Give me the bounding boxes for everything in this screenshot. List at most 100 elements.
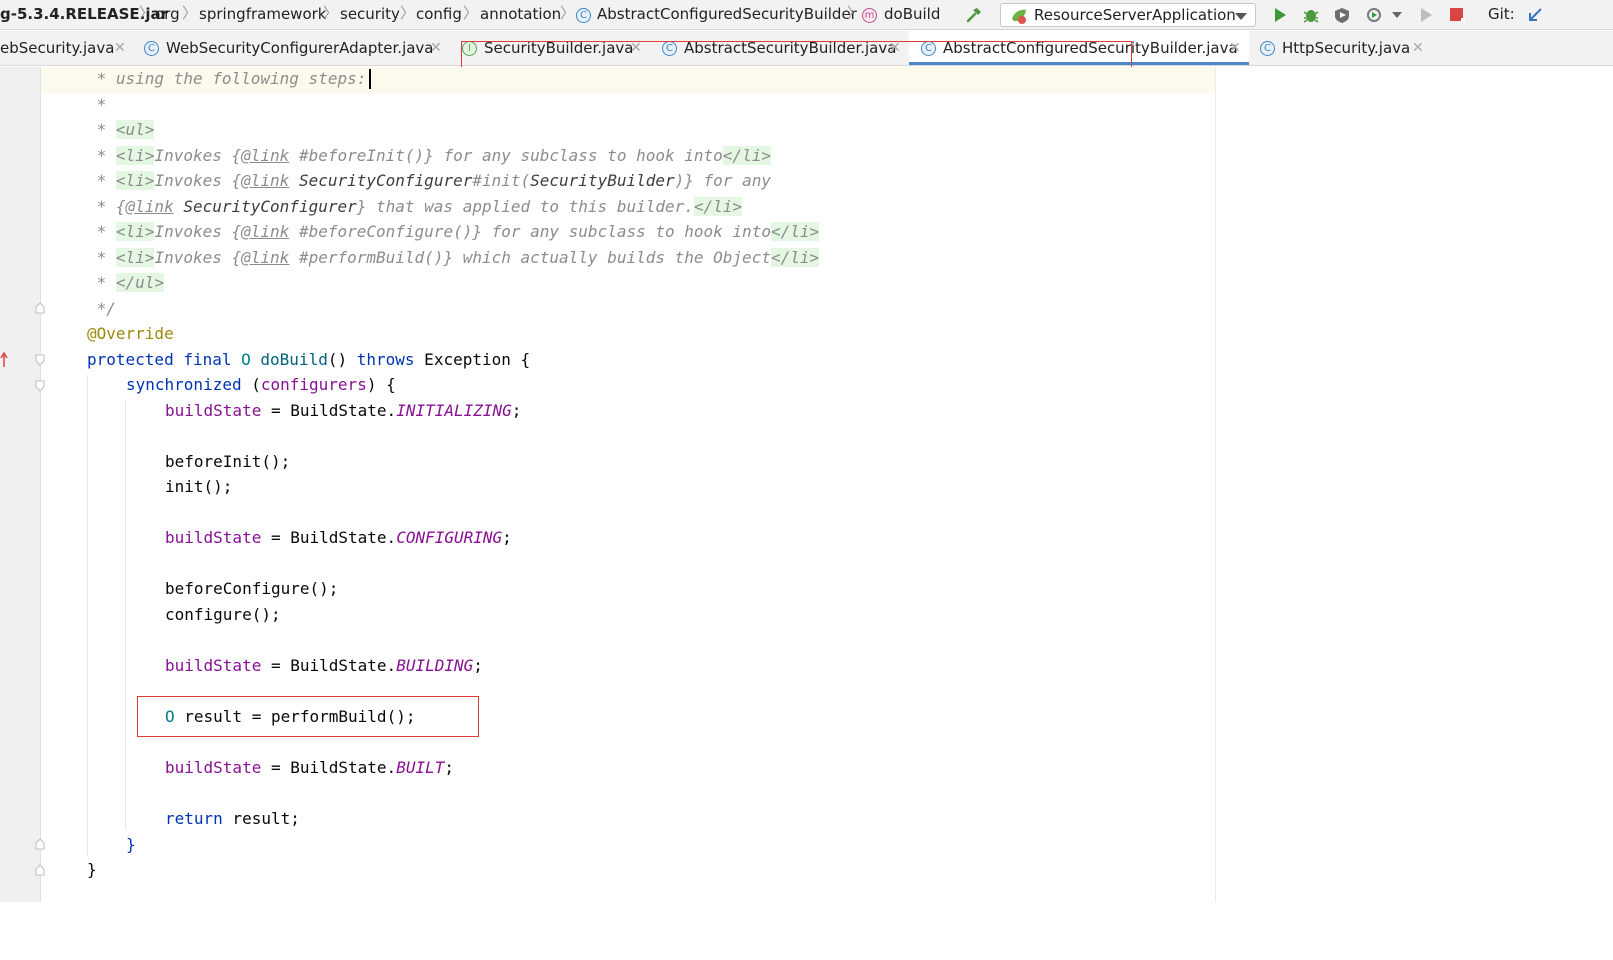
close-icon[interactable]: ✕: [114, 39, 126, 58]
tab-websecurity[interactable]: ebSecurity.java ✕: [0, 31, 134, 65]
code-token: @link: [241, 222, 290, 241]
code-token: beforeConfigure();: [165, 579, 339, 598]
run-icon[interactable]: [1271, 6, 1289, 24]
git-update-icon[interactable]: [1526, 6, 1544, 24]
build-hammer-icon[interactable]: [965, 6, 983, 24]
code-token: * {: [87, 197, 126, 216]
chevron-down-icon[interactable]: [1392, 12, 1402, 18]
code-line: */: [87, 299, 116, 319]
resume-icon[interactable]: [1417, 6, 1435, 24]
code-token: ;: [444, 758, 454, 777]
code-line: * {@link SecurityConfigurer} that was ap…: [87, 197, 743, 217]
code-token: init();: [165, 477, 233, 496]
breadcrumb-security[interactable]: security: [340, 5, 400, 24]
breadcrumb-method[interactable]: doBuild: [884, 5, 940, 24]
breadcrumb-annotation[interactable]: annotation: [480, 5, 561, 24]
gutter-divider: [40, 67, 41, 902]
navigation-bar: g-5.3.4.RELEASE.jar 〉 org 〉 springframew…: [0, 0, 1613, 30]
code-token: *: [87, 171, 116, 190]
close-icon[interactable]: ✕: [430, 39, 442, 58]
fold-marker-icon[interactable]: [34, 838, 46, 850]
code-line: * <li>Invokes {@link SecurityConfigurer#…: [87, 171, 771, 191]
code-token: *: [87, 248, 116, 267]
code-line: * using the following steps:: [87, 69, 367, 89]
tab-abstractconfiguredsecuritybuilder[interactable]: C AbstractConfiguredSecurityBuilder.java…: [909, 31, 1249, 65]
code-line: * </ul>: [87, 273, 165, 293]
code-token: ;: [473, 656, 483, 675]
method-icon: m: [862, 8, 877, 23]
code-token: <li>: [115, 171, 155, 190]
code-token: )} for any: [674, 171, 771, 190]
code-line: }: [126, 835, 136, 855]
tab-label: AbstractSecurityBuilder.java: [684, 39, 897, 57]
code-token: result;: [222, 809, 300, 828]
indent-guide: [87, 375, 88, 855]
fold-marker-icon[interactable]: [34, 864, 46, 876]
profiler-icon[interactable]: [1366, 6, 1384, 24]
stop-icon[interactable]: [1448, 6, 1466, 24]
code-editor[interactable]: * using the following steps: * * <ul> * …: [0, 0, 820, 960]
code-token: @link: [241, 171, 290, 190]
indent-guide: [125, 400, 126, 830]
class-icon: C: [144, 41, 159, 56]
fold-marker-icon[interactable]: [34, 380, 46, 392]
code-token: Invokes {: [154, 222, 242, 241]
breadcrumb-separator: 〉: [323, 4, 339, 22]
fold-marker-icon[interactable]: [34, 354, 46, 366]
code-token: </li>: [770, 248, 820, 267]
code-token: configurers: [260, 375, 367, 394]
code-token: INITIALIZING: [396, 401, 512, 420]
code-token: }: [126, 835, 136, 854]
breadcrumb-class[interactable]: AbstractConfiguredSecurityBuilder: [597, 5, 857, 24]
breadcrumb-config[interactable]: config: [416, 5, 462, 24]
code-token: ;: [502, 528, 512, 547]
breadcrumb-separator: 〉: [139, 4, 155, 22]
code-token: SecurityConfigurer: [183, 197, 357, 216]
code-line: * <li>Invokes {@link #beforeConfigure()}…: [87, 222, 820, 242]
run-configuration-selector[interactable]: ResourceServerApplication: [1000, 3, 1256, 27]
code-token: #beforeInit()} for any subclass to hook …: [289, 146, 723, 165]
code-token: ) {: [366, 375, 396, 394]
chevron-down-icon: [1235, 13, 1247, 20]
code-token: @link: [241, 146, 290, 165]
code-line: return result;: [165, 809, 300, 829]
tab-websecurityconfigureradapter[interactable]: C WebSecurityConfigurerAdapter.java ✕: [136, 31, 448, 65]
debug-icon[interactable]: [1302, 6, 1320, 24]
code-token: configure();: [165, 605, 281, 624]
close-icon[interactable]: ✕: [889, 39, 901, 58]
class-icon: C: [662, 41, 677, 56]
code-token: #beforeConfigure()} for any subclass to …: [289, 222, 771, 241]
code-token: } that was applied to this builder.: [356, 197, 694, 216]
code-line: * <ul>: [87, 120, 155, 140]
git-label: Git:: [1488, 5, 1515, 23]
coverage-icon[interactable]: [1333, 6, 1351, 24]
code-line: * <li>Invokes {@link #performBuild()} wh…: [87, 248, 820, 268]
code-token: </ul>: [115, 273, 165, 292]
code-token: #performBuild()} which actually builds t…: [289, 248, 771, 267]
code-token: buildState: [165, 656, 262, 675]
code-line: @Override: [87, 324, 174, 344]
code-token: Invokes {: [154, 146, 242, 165]
tab-label: AbstractConfiguredSecurityBuilder.java: [943, 39, 1238, 57]
fold-marker-icon[interactable]: [34, 302, 46, 314]
tab-httpsecurity[interactable]: C HttpSecurity.java ✕: [1252, 31, 1432, 65]
tab-securitybuilder[interactable]: I SecurityBuilder.java ✕: [455, 31, 651, 65]
code-token: Invokes {: [154, 248, 242, 267]
code-token: <li>: [115, 248, 155, 267]
code-token: *: [87, 273, 116, 292]
breadcrumb-springframework[interactable]: springframework: [199, 5, 326, 24]
code-token: <li>: [115, 222, 155, 241]
code-token: CONFIGURING: [396, 528, 503, 547]
code-token: *: [87, 95, 107, 114]
tab-abstractsecuritybuilder[interactable]: C AbstractSecurityBuilder.java ✕: [655, 31, 905, 65]
tab-label: SecurityBuilder.java: [484, 39, 634, 57]
close-icon[interactable]: ✕: [1229, 39, 1241, 58]
close-icon[interactable]: ✕: [1412, 39, 1424, 58]
breadcrumb-org[interactable]: org: [155, 5, 180, 24]
code-token: = BuildState.: [261, 528, 397, 547]
code-token: @link: [125, 197, 174, 216]
close-icon[interactable]: ✕: [630, 39, 642, 58]
class-icon: C: [576, 8, 591, 23]
